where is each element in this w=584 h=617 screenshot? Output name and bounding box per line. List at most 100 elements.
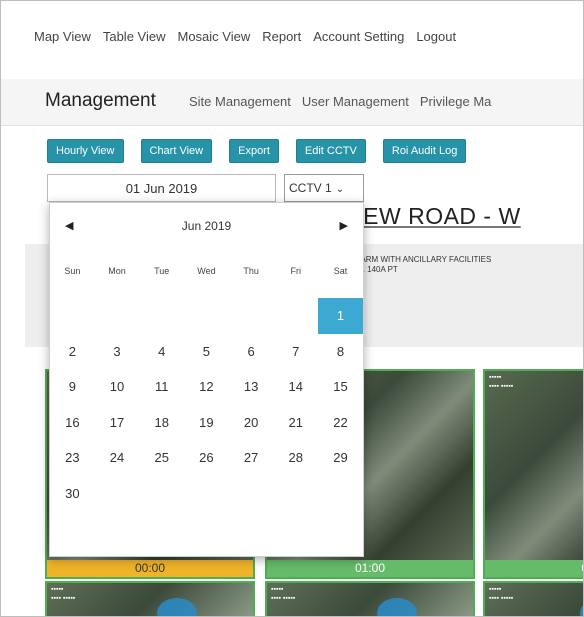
calendar-day[interactable]: 17 <box>95 405 140 441</box>
subnav-privilege-management[interactable]: Privilege Ma <box>420 94 492 109</box>
calendar-empty-cell <box>273 476 318 512</box>
calendar-day[interactable]: 18 <box>139 405 184 441</box>
calendar-day[interactable]: 25 <box>139 440 184 476</box>
calendar-day[interactable]: 12 <box>184 369 229 405</box>
calendar-empty-cell <box>229 476 274 512</box>
calendar-day[interactable]: 7 <box>273 334 318 370</box>
prev-month-icon[interactable]: ◀ <box>65 219 73 232</box>
app-frame: Map View Table View Mosaic View Report A… <box>0 0 584 617</box>
calendar-day[interactable]: 5 <box>184 334 229 370</box>
calendar-day[interactable]: 20 <box>229 405 274 441</box>
calendar-day[interactable]: 4 <box>139 334 184 370</box>
calendar-empty-cell <box>95 476 140 512</box>
calendar-day[interactable]: 26 <box>184 440 229 476</box>
cctv-thumbnail[interactable]: ▪▪▪▪▪ ▪▪▪▪ ▪▪▪▪▪ <box>483 581 583 616</box>
calendar-day[interactable]: 11 <box>139 369 184 405</box>
calendar-week-row: 16 17 18 19 20 21 22 <box>50 405 363 441</box>
calendar-day[interactable]: 28 <box>273 440 318 476</box>
calendar-day[interactable]: 16 <box>50 405 95 441</box>
camera-osd-text: ▪▪▪▪▪▪▪▪▪ ▪▪▪▪▪ <box>271 586 296 602</box>
site-info-line-2: 01 140A PT <box>356 265 398 274</box>
cctv-thumbnail[interactable]: ▪▪▪▪▪ ▪▪▪▪ ▪▪▪▪▪ <box>45 581 255 616</box>
site-info-text: FARM WITH ANCILLARY FACILITIES 01 140A P… <box>356 255 491 275</box>
calendar-week-row: 1 <box>50 298 363 334</box>
cctv-select-value: CCTV 1 <box>289 181 332 195</box>
calendar-week-row: 23 24 25 26 27 28 29 <box>50 440 363 476</box>
calendar-month-label: Jun 2019 <box>181 219 232 233</box>
toolbar: Hourly View Chart View Export Edit CCTV … <box>47 139 467 163</box>
calendar-day[interactable]: 13 <box>229 369 274 405</box>
calendar-day[interactable]: 1 <box>318 298 363 334</box>
weekday-label: Sun <box>64 266 81 276</box>
calendar-grid: 1 2 3 4 5 6 7 8 9 10 11 12 13 14 15 16 17 18 19 20 21 22 23 24 2… <box>50 298 363 511</box>
management-title: Management <box>45 90 156 111</box>
calendar-empty-cell <box>318 476 363 512</box>
nav-map-view[interactable]: Map View <box>34 29 91 44</box>
nav-table-view[interactable]: Table View <box>103 29 166 44</box>
calendar-day[interactable]: 27 <box>229 440 274 476</box>
calendar-day[interactable]: 2 <box>50 334 95 370</box>
cctv-thumbnail[interactable]: ▪▪▪▪▪ ▪▪▪▪ ▪▪▪▪▪ <box>265 581 475 616</box>
subnav-user-management[interactable]: User Management <box>302 94 409 109</box>
calendar-empty-cell <box>184 476 229 512</box>
calendar-header: Jun 2019 ◀ ▶ <box>50 219 363 243</box>
camera-osd-text: ▪▪▪▪▪▪▪▪▪ ▪▪▪▪▪ <box>489 586 514 602</box>
next-month-icon[interactable]: ▶ <box>340 219 348 232</box>
calendar-week-row: 9 10 11 12 13 14 15 <box>50 369 363 405</box>
calendar-empty-cell <box>95 298 140 334</box>
weekday-label: Thu <box>243 266 259 276</box>
calendar-empty-cell <box>229 298 274 334</box>
nav-account-setting[interactable]: Account Setting <box>313 29 404 44</box>
calendar-day[interactable]: 23 <box>50 440 95 476</box>
management-links: Site Management User Management Privileg… <box>189 94 491 109</box>
hourly-view-button[interactable]: Hourly View <box>47 139 124 163</box>
cctv-thumbnail[interactable]: ▪▪▪▪▪▪▪▪▪ ▪▪▪▪▪ 02 <box>483 369 583 579</box>
thumbnail-time: 00:00 <box>47 560 253 577</box>
thumbnail-time: 02 <box>485 560 583 577</box>
calendar-empty-cell <box>139 298 184 334</box>
calendar-day[interactable]: 8 <box>318 334 363 370</box>
roi-audit-log-button[interactable]: Roi Audit Log <box>382 139 467 163</box>
edit-cctv-button[interactable]: Edit CCTV <box>295 139 366 163</box>
date-input[interactable]: 01 Jun 2019 <box>47 174 276 202</box>
weekday-label: Mon <box>108 266 126 276</box>
camera-osd-text: ▪▪▪▪▪▪▪▪▪ ▪▪▪▪▪ <box>489 374 514 390</box>
thumbnail-time: 01:00 <box>267 560 473 577</box>
calendar-empty-cell <box>184 298 229 334</box>
calendar-weekdays: Sun Mon Tue Wed Thu Fri Sat <box>50 266 363 276</box>
calendar-week-row: 30 <box>50 476 363 512</box>
calendar-day[interactable]: 15 <box>318 369 363 405</box>
export-button[interactable]: Export <box>229 139 279 163</box>
cctv-select[interactable]: CCTV 1 ⌄ <box>284 174 364 202</box>
calendar-day[interactable]: 10 <box>95 369 140 405</box>
management-subnav: Management Site Management User Manageme… <box>1 79 583 126</box>
calendar-day[interactable]: 24 <box>95 440 140 476</box>
nav-report[interactable]: Report <box>262 29 301 44</box>
weekday-label: Wed <box>197 266 216 276</box>
calendar-day[interactable]: 30 <box>50 476 95 512</box>
calendar-week-row: 2345678 <box>50 334 363 370</box>
calendar-day[interactable]: 3 <box>95 334 140 370</box>
calendar-day[interactable]: 14 <box>273 369 318 405</box>
weekday-label: Fri <box>290 266 302 276</box>
subnav-site-management[interactable]: Site Management <box>189 94 291 109</box>
calendar-day[interactable]: 19 <box>184 405 229 441</box>
cctv-snapshot: ▪▪▪▪▪▪▪▪▪ ▪▪▪▪▪ <box>485 371 583 560</box>
calendar-day[interactable]: 21 <box>273 405 318 441</box>
top-nav-items: Map View Table View Mosaic View Report A… <box>34 29 456 44</box>
calendar-empty-cell <box>50 298 95 334</box>
camera-osd-text: ▪▪▪▪▪▪▪▪▪ ▪▪▪▪▪ <box>51 586 76 602</box>
calendar-empty-cell <box>139 476 184 512</box>
site-info-line-1: FARM WITH ANCILLARY FACILITIES <box>356 255 492 264</box>
chart-view-button[interactable]: Chart View <box>140 139 213 163</box>
chevron-down-icon: ⌄ <box>335 184 345 195</box>
nav-mosaic-view[interactable]: Mosaic View <box>177 29 250 44</box>
calendar-empty-cell <box>273 298 318 334</box>
calendar-day[interactable]: 6 <box>229 334 274 370</box>
calendar-day[interactable]: 22 <box>318 405 363 441</box>
calendar-day[interactable]: 29 <box>318 440 363 476</box>
weekday-label: Tue <box>154 266 170 276</box>
weekday-label: Sat <box>333 266 348 276</box>
nav-logout[interactable]: Logout <box>416 29 456 44</box>
calendar-day[interactable]: 9 <box>50 369 95 405</box>
